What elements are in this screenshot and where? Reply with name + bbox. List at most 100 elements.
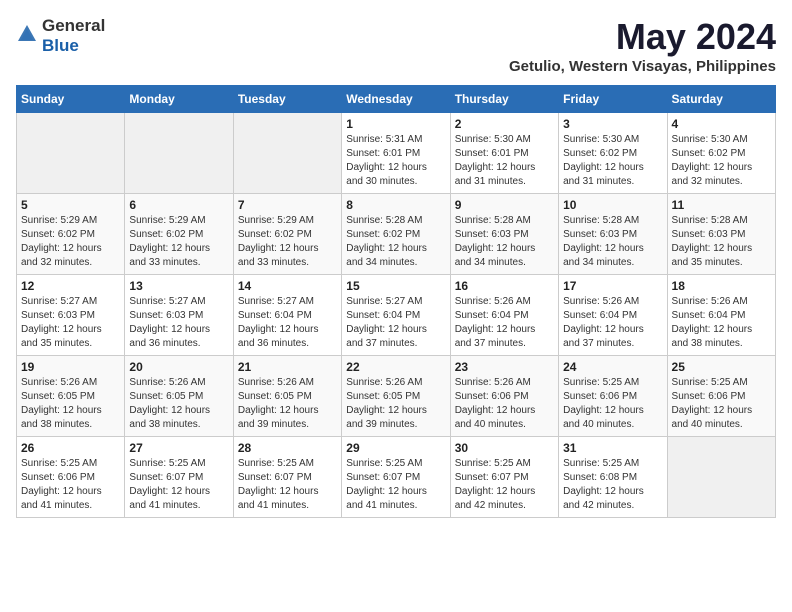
day-info: Sunrise: 5:26 AMSunset: 6:04 PMDaylight:…: [455, 295, 554, 351]
calendar-cell: 30 Sunrise: 5:25 AMSunset: 6:07 PMDayligh…: [450, 437, 558, 518]
calendar-cell: [233, 113, 341, 194]
calendar-cell: 12 Sunrise: 5:27 AMSunset: 6:03 PMDayligh…: [17, 275, 125, 356]
day-info: Sunrise: 5:29 AMSunset: 6:02 PMDaylight:…: [21, 214, 120, 270]
day-number: 15: [346, 279, 445, 293]
day-number: 26: [21, 441, 120, 455]
day-number: 11: [672, 198, 771, 212]
day-number: 27: [129, 441, 228, 455]
calendar-cell: 6Sunrise: 5:29 AMSunset: 6:02 PMDaylight…: [125, 194, 233, 275]
day-number: 1: [346, 117, 445, 131]
general-blue-icon: [16, 23, 38, 45]
day-info: Sunrise: 5:25 AMSunset: 6:07 PMDaylight:…: [346, 457, 445, 513]
day-info: Sunrise: 5:28 AMSunset: 6:03 PMDaylight:…: [563, 214, 662, 270]
day-info: Sunrise: 5:28 AMSunset: 6:03 PMDaylight:…: [672, 214, 771, 270]
calendar-cell: [667, 437, 775, 518]
logo: General Blue: [16, 16, 105, 56]
day-number: 2: [455, 117, 554, 131]
calendar-header-row: SundayMondayTuesdayWednesdayThursdayFrid…: [17, 86, 776, 113]
day-info: Sunrise: 5:30 AMSunset: 6:01 PMDaylight:…: [455, 133, 554, 189]
calendar-cell: 2 Sunrise: 5:30 AMSunset: 6:01 PMDaylight…: [450, 113, 558, 194]
day-number: 7: [238, 198, 337, 212]
day-number: 29: [346, 441, 445, 455]
day-info: Sunrise: 5:25 AMSunset: 6:06 PMDaylight:…: [672, 376, 771, 432]
day-number: 17: [563, 279, 662, 293]
calendar-cell: 16 Sunrise: 5:26 AMSunset: 6:04 PMDayligh…: [450, 275, 558, 356]
day-number: 8: [346, 198, 445, 212]
calendar-cell: 18 Sunrise: 5:26 AMSunset: 6:04 PMDayligh…: [667, 275, 775, 356]
calendar-cell: 7 Sunrise: 5:29 AMSunset: 6:02 PMDaylight…: [233, 194, 341, 275]
day-info: Sunrise: 5:25 AMSunset: 6:07 PMDaylight:…: [129, 457, 228, 513]
calendar-cell: 26 Sunrise: 5:25 AMSunset: 6:06 PMDayligh…: [17, 437, 125, 518]
calendar-cell: [17, 113, 125, 194]
day-number: 9: [455, 198, 554, 212]
day-number: 25: [672, 360, 771, 374]
day-number: 13: [129, 279, 228, 293]
day-info: Sunrise: 5:26 AMSunset: 6:06 PMDaylight:…: [455, 376, 554, 432]
calendar-table: SundayMondayTuesdayWednesdayThursdayFrid…: [16, 85, 776, 518]
day-info: Sunrise: 5:25 AMSunset: 6:07 PMDaylight:…: [455, 457, 554, 513]
page-title: May 2024: [509, 16, 776, 58]
day-number: 6: [129, 198, 228, 212]
calendar-cell: 19Sunrise: 5:26 AMSunset: 6:05 PMDayligh…: [17, 356, 125, 437]
day-info: Sunrise: 5:28 AMSunset: 6:02 PMDaylight:…: [346, 214, 445, 270]
calendar-cell: 28Sunrise: 5:25 AMSunset: 6:07 PMDayligh…: [233, 437, 341, 518]
day-number: 30: [455, 441, 554, 455]
day-number: 23: [455, 360, 554, 374]
calendar-cell: 24Sunrise: 5:25 AMSunset: 6:06 PMDayligh…: [559, 356, 667, 437]
day-info: Sunrise: 5:27 AMSunset: 6:03 PMDaylight:…: [21, 295, 120, 351]
day-info: Sunrise: 5:26 AMSunset: 6:05 PMDaylight:…: [346, 376, 445, 432]
day-number: 12: [21, 279, 120, 293]
header-day-friday: Friday: [559, 86, 667, 113]
logo-blue: Blue: [42, 36, 105, 56]
day-info: Sunrise: 5:25 AMSunset: 6:06 PMDaylight:…: [563, 376, 662, 432]
calendar-cell: [125, 113, 233, 194]
day-info: Sunrise: 5:29 AMSunset: 6:02 PMDaylight:…: [238, 214, 337, 270]
day-info: Sunrise: 5:27 AMSunset: 6:04 PMDaylight:…: [346, 295, 445, 351]
calendar-cell: 10 Sunrise: 5:28 AMSunset: 6:03 PMDayligh…: [559, 194, 667, 275]
calendar-cell: 8 Sunrise: 5:28 AMSunset: 6:02 PMDaylight…: [342, 194, 450, 275]
day-info: Sunrise: 5:31 AMSunset: 6:01 PMDaylight:…: [346, 133, 445, 189]
calendar-cell: 21Sunrise: 5:26 AMSunset: 6:05 PMDayligh…: [233, 356, 341, 437]
calendar-week-1: 1 Sunrise: 5:31 AMSunset: 6:01 PMDaylight…: [17, 113, 776, 194]
day-info: Sunrise: 5:26 AMSunset: 6:04 PMDaylight:…: [563, 295, 662, 351]
calendar-week-2: 5 Sunrise: 5:29 AMSunset: 6:02 PMDaylight…: [17, 194, 776, 275]
calendar-cell: 17 Sunrise: 5:26 AMSunset: 6:04 PMDayligh…: [559, 275, 667, 356]
calendar-cell: 25 Sunrise: 5:25 AMSunset: 6:06 PMDayligh…: [667, 356, 775, 437]
calendar-cell: 9 Sunrise: 5:28 AMSunset: 6:03 PMDaylight…: [450, 194, 558, 275]
calendar-cell: 27 Sunrise: 5:25 AMSunset: 6:07 PMDayligh…: [125, 437, 233, 518]
day-number: 5: [21, 198, 120, 212]
day-info: Sunrise: 5:27 AMSunset: 6:04 PMDaylight:…: [238, 295, 337, 351]
day-info: Sunrise: 5:27 AMSunset: 6:03 PMDaylight:…: [129, 295, 228, 351]
day-info: Sunrise: 5:25 AMSunset: 6:07 PMDaylight:…: [238, 457, 337, 513]
day-info: Sunrise: 5:30 AMSunset: 6:02 PMDaylight:…: [672, 133, 771, 189]
logo-general: General: [42, 16, 105, 36]
calendar-cell: 3Sunrise: 5:30 AMSunset: 6:02 PMDaylight…: [559, 113, 667, 194]
day-info: Sunrise: 5:26 AMSunset: 6:05 PMDaylight:…: [238, 376, 337, 432]
header-day-sunday: Sunday: [17, 86, 125, 113]
day-number: 20: [129, 360, 228, 374]
page-subtitle: Getulio, Western Visayas, Philippines: [509, 58, 776, 75]
calendar-cell: 13 Sunrise: 5:27 AMSunset: 6:03 PMDayligh…: [125, 275, 233, 356]
calendar-week-5: 26 Sunrise: 5:25 AMSunset: 6:06 PMDayligh…: [17, 437, 776, 518]
calendar-cell: 1 Sunrise: 5:31 AMSunset: 6:01 PMDaylight…: [342, 113, 450, 194]
day-number: 4: [672, 117, 771, 131]
calendar-cell: 14Sunrise: 5:27 AMSunset: 6:04 PMDayligh…: [233, 275, 341, 356]
calendar-cell: 20 Sunrise: 5:26 AMSunset: 6:05 PMDayligh…: [125, 356, 233, 437]
calendar-cell: 15 Sunrise: 5:27 AMSunset: 6:04 PMDayligh…: [342, 275, 450, 356]
calendar-cell: 31Sunrise: 5:25 AMSunset: 6:08 PMDayligh…: [559, 437, 667, 518]
header: General Blue May 2024 Getulio, Western V…: [16, 16, 776, 75]
header-day-saturday: Saturday: [667, 86, 775, 113]
day-number: 18: [672, 279, 771, 293]
calendar-week-3: 12 Sunrise: 5:27 AMSunset: 6:03 PMDayligh…: [17, 275, 776, 356]
calendar-cell: 5 Sunrise: 5:29 AMSunset: 6:02 PMDaylight…: [17, 194, 125, 275]
day-number: 22: [346, 360, 445, 374]
day-info: Sunrise: 5:26 AMSunset: 6:04 PMDaylight:…: [672, 295, 771, 351]
day-number: 10: [563, 198, 662, 212]
day-number: 3: [563, 117, 662, 131]
day-info: Sunrise: 5:26 AMSunset: 6:05 PMDaylight:…: [129, 376, 228, 432]
day-number: 16: [455, 279, 554, 293]
day-info: Sunrise: 5:28 AMSunset: 6:03 PMDaylight:…: [455, 214, 554, 270]
day-info: Sunrise: 5:26 AMSunset: 6:05 PMDaylight:…: [21, 376, 120, 432]
day-info: Sunrise: 5:25 AMSunset: 6:06 PMDaylight:…: [21, 457, 120, 513]
header-day-monday: Monday: [125, 86, 233, 113]
